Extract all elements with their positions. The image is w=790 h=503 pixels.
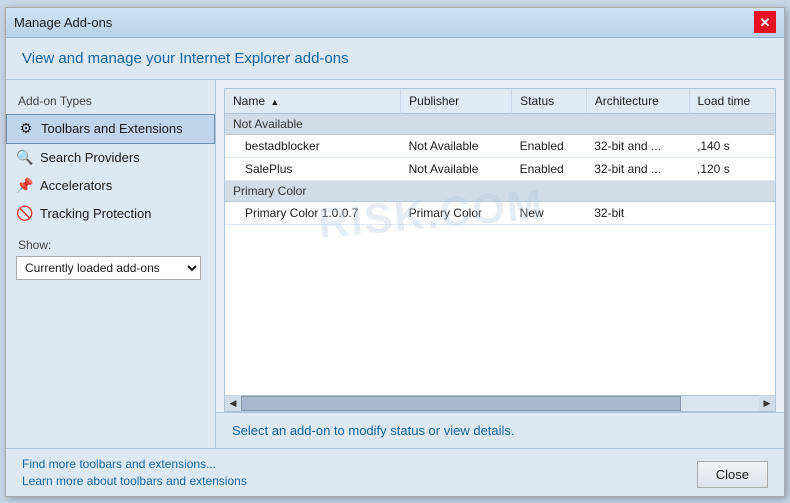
table-row[interactable]: Primary Color 1.0.0.7 Primary Color New … (225, 201, 775, 224)
addons-table: Name ▲ Publisher Status Ar (225, 89, 775, 225)
sidebar-item-search-label: Search Providers (40, 150, 140, 165)
accelerators-icon: 📌 (16, 177, 34, 195)
cell-architecture: 32-bit and ... (586, 134, 689, 157)
scroll-left-button[interactable]: ◀ (225, 395, 241, 411)
scroll-track[interactable] (241, 396, 759, 411)
sort-arrow-name: ▲ (270, 97, 279, 107)
col-loadtime[interactable]: Load time (689, 89, 775, 114)
bottom-bar: Find more toolbars and extensions... Lea… (6, 448, 784, 496)
cell-architecture: 32-bit (586, 201, 689, 224)
group-primary-color: Primary Color (225, 180, 775, 201)
cell-publisher: Primary Color (401, 201, 512, 224)
main-panel-inner: RISK.COM Name ▲ Publisher (216, 80, 784, 448)
tracking-icon: 🚫 (16, 205, 34, 223)
header-text: View and manage your Internet Explorer a… (22, 50, 349, 67)
scroll-right-button[interactable]: ▶ (759, 395, 775, 411)
cell-publisher: Not Available (401, 134, 512, 157)
group-header-row: Not Available (225, 113, 775, 134)
sidebar-item-tracking-label: Tracking Protection (40, 206, 152, 221)
cell-status: New (512, 201, 587, 224)
col-publisher[interactable]: Publisher (401, 89, 512, 114)
header-bar: View and manage your Internet Explorer a… (6, 38, 784, 80)
table-row[interactable]: bestadblocker Not Available Enabled 32-b… (225, 134, 775, 157)
horizontal-scrollbar[interactable]: ◀ ▶ (224, 396, 776, 412)
cell-loadtime: ,120 s (689, 157, 775, 180)
col-name[interactable]: Name ▲ (225, 89, 401, 114)
table-row[interactable]: SalePlus Not Available Enabled 32-bit an… (225, 157, 775, 180)
cell-publisher: Not Available (401, 157, 512, 180)
window-close-button[interactable]: ✕ (754, 11, 776, 33)
sidebar-item-toolbars[interactable]: ⚙ Toolbars and Extensions (6, 114, 215, 144)
sidebar-item-toolbars-label: Toolbars and Extensions (41, 121, 183, 136)
window-title: Manage Add-ons (14, 15, 112, 30)
addons-table-container: Name ▲ Publisher Status Ar (224, 88, 776, 396)
col-status[interactable]: Status (512, 89, 587, 114)
status-text: Select an add-on to modify status or vie… (232, 423, 515, 438)
table-header-row: Name ▲ Publisher Status Ar (225, 89, 775, 114)
search-icon: 🔍 (16, 149, 34, 167)
sidebar-section-title: Add-on Types (6, 90, 215, 114)
cell-architecture: 32-bit and ... (586, 157, 689, 180)
title-bar: Manage Add-ons ✕ (6, 8, 784, 38)
content-area: Add-on Types ⚙ Toolbars and Extensions 🔍… (6, 80, 784, 448)
cell-loadtime (689, 201, 775, 224)
show-label: Show: (6, 228, 215, 256)
find-toolbars-link[interactable]: Find more toolbars and extensions... (22, 457, 247, 471)
cell-name: SalePlus (225, 157, 401, 180)
sidebar-item-search[interactable]: 🔍 Search Providers (6, 144, 215, 172)
cell-name: Primary Color 1.0.0.7 (225, 201, 401, 224)
close-button[interactable]: Close (697, 461, 768, 488)
learn-more-link[interactable]: Learn more about toolbars and extensions (22, 474, 247, 488)
cell-status: Enabled (512, 134, 587, 157)
col-architecture[interactable]: Architecture (586, 89, 689, 114)
bottom-links: Find more toolbars and extensions... Lea… (22, 457, 247, 488)
sidebar-item-accelerators-label: Accelerators (40, 178, 112, 193)
toolbars-icon: ⚙ (17, 120, 35, 138)
sidebar-item-tracking[interactable]: 🚫 Tracking Protection (6, 200, 215, 228)
scroll-thumb[interactable] (241, 396, 681, 411)
cell-status: Enabled (512, 157, 587, 180)
cell-name: bestadblocker (225, 134, 401, 157)
manage-addons-window: Manage Add-ons ✕ View and manage your In… (5, 7, 785, 497)
sidebar: Add-on Types ⚙ Toolbars and Extensions 🔍… (6, 80, 216, 448)
sidebar-item-accelerators[interactable]: 📌 Accelerators (6, 172, 215, 200)
cell-loadtime: ,140 s (689, 134, 775, 157)
main-panel: RISK.COM Name ▲ Publisher (216, 80, 784, 448)
status-bar: Select an add-on to modify status or vie… (216, 412, 784, 448)
group-header-row: Primary Color (225, 180, 775, 201)
show-select[interactable]: Currently loaded add-ons All add-ons (16, 256, 201, 280)
group-not-available: Not Available (225, 113, 775, 134)
